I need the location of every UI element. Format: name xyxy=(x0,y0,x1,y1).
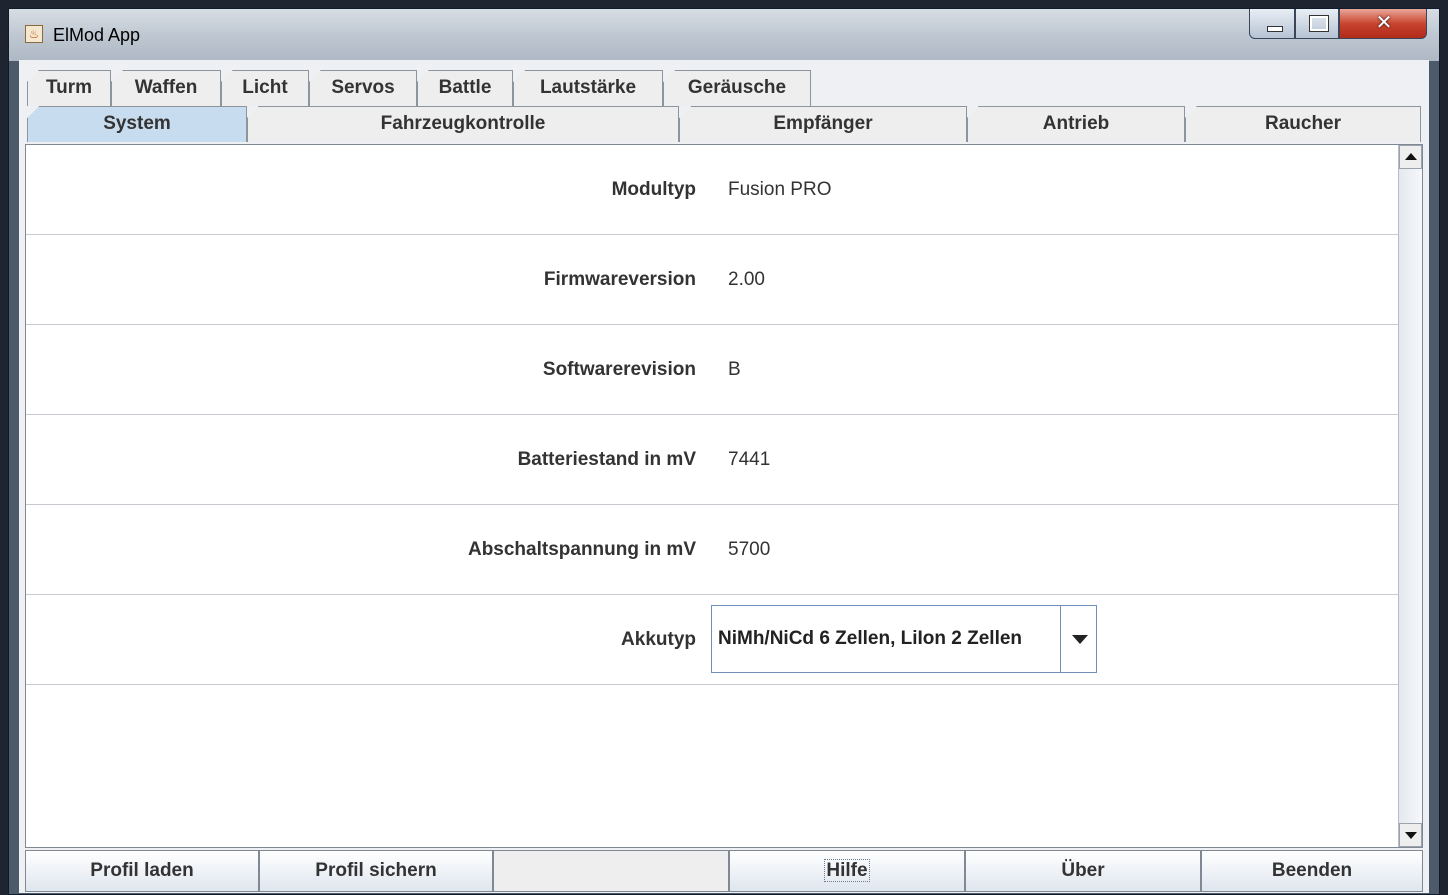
field-value: 5700 xyxy=(728,539,771,560)
akkutyp-selected-value: NiMh/NiCd 6 Zellen, LiIon 2 Zellen xyxy=(718,628,1023,649)
field-label: Modultyp xyxy=(611,179,696,200)
close-button[interactable]: ✕ xyxy=(1339,9,1427,39)
akkutyp-label: Akkutyp xyxy=(621,629,696,650)
field-value: 2.00 xyxy=(728,269,765,290)
field-value: Fusion PRO xyxy=(728,179,832,200)
scroll-up-icon[interactable] xyxy=(1399,145,1422,169)
tab-waffen[interactable]: Waffen xyxy=(111,70,221,106)
close-icon: ✕ xyxy=(1375,10,1393,34)
field-row-batteriestand: Batteriestand in mV 7441 xyxy=(26,415,1400,505)
java-coffee-icon: ♨ xyxy=(25,25,43,43)
tab-raucher[interactable]: Raucher xyxy=(1185,106,1421,142)
window-title: ElMod App xyxy=(53,25,141,45)
hilfe-button[interactable]: Hilfe xyxy=(729,850,965,892)
tab-lautstaerke[interactable]: Lautstärke xyxy=(513,70,663,106)
tab-antrieb[interactable]: Antrieb xyxy=(967,106,1185,142)
maximize-icon xyxy=(1309,15,1329,32)
tab-battle[interactable]: Battle xyxy=(417,70,513,106)
title-bar[interactable]: ♨ ElMod App ✕ xyxy=(9,9,1439,61)
app-window: ♨ ElMod App ✕ Turm Waffen Licht Servos B… xyxy=(8,8,1440,895)
beenden-button[interactable]: Beenden xyxy=(1201,850,1423,892)
system-panel: Modultyp Fusion PRO Firmwareversion 2.00… xyxy=(25,144,1423,848)
field-row-softwarerevision: Softwarerevision B xyxy=(26,325,1400,415)
hilfe-button-label: Hilfe xyxy=(824,859,870,882)
tab-servos[interactable]: Servos xyxy=(309,70,417,106)
vertical-scrollbar[interactable] xyxy=(1398,145,1422,847)
field-label: Abschaltspannung in mV xyxy=(467,539,696,560)
scroll-track[interactable] xyxy=(1399,169,1422,823)
tab-system[interactable]: System xyxy=(27,106,247,142)
button-bar: Profil laden Profil sichern Hilfe Über B… xyxy=(25,850,1423,892)
tab-licht[interactable]: Licht xyxy=(221,70,309,106)
tab-geraeusche[interactable]: Geräusche xyxy=(663,70,811,106)
client-area: Turm Waffen Licht Servos Battle Lautstär… xyxy=(19,60,1429,893)
field-label: Batteriestand in mV xyxy=(517,449,696,470)
field-row-abschaltspannung: Abschaltspannung in mV 5700 xyxy=(26,505,1400,595)
field-value: B xyxy=(728,359,741,380)
chevron-down-icon[interactable] xyxy=(1060,606,1096,672)
maximize-button[interactable] xyxy=(1295,9,1339,39)
akkutyp-select[interactable]: NiMh/NiCd 6 Zellen, LiIon 2 Zellen xyxy=(711,605,1097,673)
field-label: Firmwareversion xyxy=(543,269,696,290)
ueber-button[interactable]: Über xyxy=(965,850,1201,892)
minimize-icon xyxy=(1267,26,1283,32)
profil-sichern-button[interactable]: Profil sichern xyxy=(259,850,493,892)
field-row-akkutyp: Akkutyp NiMh/NiCd 6 Zellen, LiIon 2 Zell… xyxy=(26,595,1400,685)
field-label: Softwarerevision xyxy=(542,359,696,380)
empty-button-slot xyxy=(493,850,729,892)
profil-laden-button[interactable]: Profil laden xyxy=(25,850,259,892)
field-row-firmwareversion: Firmwareversion 2.00 xyxy=(26,235,1400,325)
field-row-modultyp: Modultyp Fusion PRO xyxy=(26,145,1400,235)
field-value: 7441 xyxy=(728,449,771,470)
tab-turm[interactable]: Turm xyxy=(27,70,111,106)
tab-fahrzeugkontrolle[interactable]: Fahrzeugkontrolle xyxy=(247,106,679,142)
tab-empfaenger[interactable]: Empfänger xyxy=(679,106,967,142)
minimize-button[interactable] xyxy=(1249,9,1295,39)
scroll-down-icon[interactable] xyxy=(1399,823,1422,847)
